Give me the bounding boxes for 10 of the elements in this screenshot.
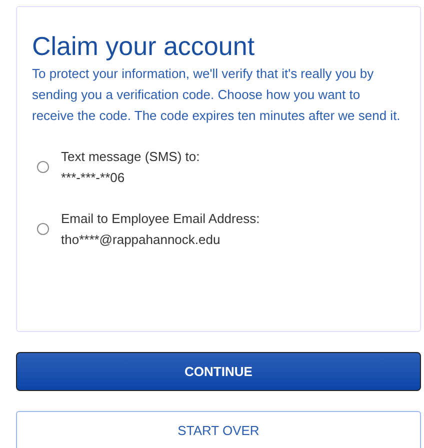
description-text: To protect your information, we'll verify that it's really you by sending you a verification code. Choose how you want to receive the code. The code expires ten minutes after we send it. — [32, 65, 402, 125]
page-title: Claim your account — [32, 31, 256, 61]
option-label: Email to Employee Email Address: — [61, 210, 260, 228]
radio-button[interactable] — [37, 161, 49, 173]
option-label: Text message (SMS) to: — [61, 148, 200, 166]
radio-button[interactable] — [37, 223, 49, 235]
start-over-button[interactable]: START OVER — [16, 411, 421, 448]
option-value: tho****@rappahannock.edu — [61, 231, 222, 249]
option-value: ***-***-**06 — [61, 169, 126, 187]
continue-button[interactable]: CONTINUE — [16, 352, 421, 391]
